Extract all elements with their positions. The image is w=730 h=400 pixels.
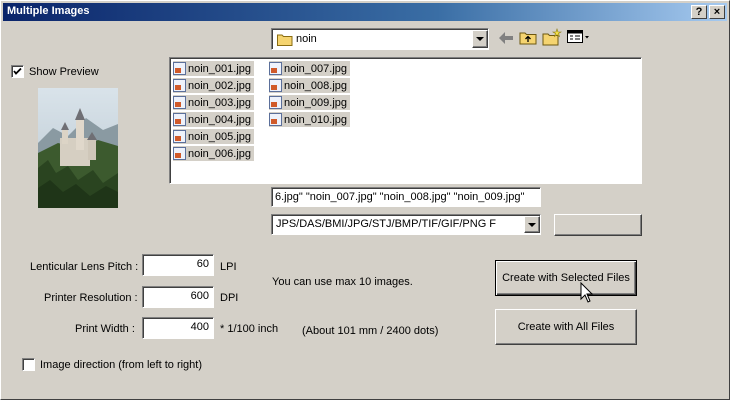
filename-input[interactable]: 6.jpg" "noin_007.jpg" "noin_008.jpg" "no… bbox=[271, 187, 541, 207]
width-input[interactable]: 400 bbox=[142, 317, 214, 339]
resolution-input[interactable]: 600 bbox=[142, 286, 214, 308]
pitch-unit: LPI bbox=[220, 261, 237, 273]
list-item[interactable]: noin_005.jpg bbox=[173, 129, 255, 144]
file-name: noin_008.jpg bbox=[284, 79, 348, 92]
create-with-selected-files-button[interactable]: Create with Selected Files bbox=[495, 260, 637, 296]
title-bar: Multiple Images ? × bbox=[3, 3, 727, 21]
file-name: noin_009.jpg bbox=[284, 96, 348, 109]
create-with-all-files-button[interactable]: Create with All Files bbox=[495, 309, 637, 345]
image-file-icon bbox=[269, 79, 282, 92]
image-direction-label: Image direction (from left to right) bbox=[40, 359, 203, 371]
file-name: noin_001.jpg bbox=[188, 62, 252, 75]
show-preview-checkbox[interactable] bbox=[11, 65, 24, 78]
folder-dropdown-button[interactable] bbox=[472, 30, 488, 48]
help-button[interactable]: ? bbox=[691, 5, 707, 19]
image-file-icon bbox=[173, 79, 186, 92]
image-file-icon bbox=[173, 96, 186, 109]
list-item[interactable]: noin_004.jpg bbox=[173, 112, 255, 127]
max-images-info: You can use max 10 images. bbox=[272, 276, 413, 288]
folder-name: noin bbox=[296, 33, 317, 45]
image-file-icon bbox=[173, 113, 186, 126]
pitch-input[interactable]: 60 bbox=[142, 254, 214, 276]
preview-image bbox=[38, 88, 118, 208]
new-folder-icon[interactable] bbox=[542, 28, 562, 46]
view-menu-icon[interactable] bbox=[567, 30, 591, 44]
image-file-icon bbox=[269, 96, 282, 109]
resolution-label: Printer Resolution : bbox=[44, 292, 138, 304]
close-button[interactable]: × bbox=[709, 5, 725, 19]
image-file-icon bbox=[173, 130, 186, 143]
file-name: noin_010.jpg bbox=[284, 113, 348, 126]
size-info: (About 101 mm / 2400 dots) bbox=[302, 325, 439, 337]
image-file-icon bbox=[173, 62, 186, 75]
list-item[interactable]: noin_006.jpg bbox=[173, 146, 255, 161]
pitch-label: Lenticular Lens Pitch : bbox=[30, 261, 139, 273]
resolution-unit: DPI bbox=[220, 292, 239, 304]
folder-combo[interactable]: noin bbox=[271, 28, 489, 50]
filetype-dropdown-button[interactable] bbox=[524, 216, 540, 233]
list-item[interactable]: noin_009.jpg bbox=[269, 95, 351, 110]
file-name: noin_005.jpg bbox=[188, 130, 252, 143]
file-name: noin_002.jpg bbox=[188, 79, 252, 92]
image-file-icon bbox=[269, 62, 282, 75]
chevron-down-icon bbox=[528, 223, 536, 227]
list-item[interactable]: noin_007.jpg bbox=[269, 61, 351, 76]
back-arrow-icon[interactable] bbox=[498, 31, 514, 45]
width-unit: * 1/100 inch bbox=[220, 323, 279, 335]
blank-button[interactable] bbox=[554, 214, 642, 236]
show-preview-label: Show Preview bbox=[29, 66, 99, 78]
folder-icon bbox=[277, 34, 293, 46]
file-name: noin_004.jpg bbox=[188, 113, 252, 126]
image-file-icon bbox=[269, 113, 282, 126]
list-item[interactable]: noin_010.jpg bbox=[269, 112, 351, 127]
window-title: Multiple Images bbox=[7, 5, 90, 17]
image-file-icon bbox=[173, 147, 186, 160]
checkmark-icon bbox=[13, 67, 22, 75]
file-name: noin_006.jpg bbox=[188, 147, 252, 160]
image-direction-checkbox[interactable] bbox=[22, 358, 35, 371]
filetype-combo[interactable]: JPS/DAS/BMI/JPG/STJ/BMP/TIF/GIF/PNG F bbox=[271, 214, 541, 235]
file-list[interactable]: noin_001.jpg noin_002.jpg noin_003.jpg n… bbox=[169, 57, 642, 184]
list-item[interactable]: noin_001.jpg bbox=[173, 61, 255, 76]
width-label: Print Width : bbox=[75, 323, 135, 335]
file-name: noin_003.jpg bbox=[188, 96, 252, 109]
list-item[interactable]: noin_002.jpg bbox=[173, 78, 255, 93]
multiple-images-dialog: Multiple Images ? × Show Preview noin no… bbox=[0, 0, 730, 400]
list-item[interactable]: noin_008.jpg bbox=[269, 78, 351, 93]
filetype-value: JPS/DAS/BMI/JPG/STJ/BMP/TIF/GIF/PNG F bbox=[276, 218, 497, 230]
file-name: noin_007.jpg bbox=[284, 62, 348, 75]
list-item[interactable]: noin_003.jpg bbox=[173, 95, 255, 110]
chevron-down-icon bbox=[476, 37, 484, 41]
mouse-cursor-icon bbox=[580, 282, 594, 303]
up-folder-icon[interactable] bbox=[519, 29, 537, 45]
